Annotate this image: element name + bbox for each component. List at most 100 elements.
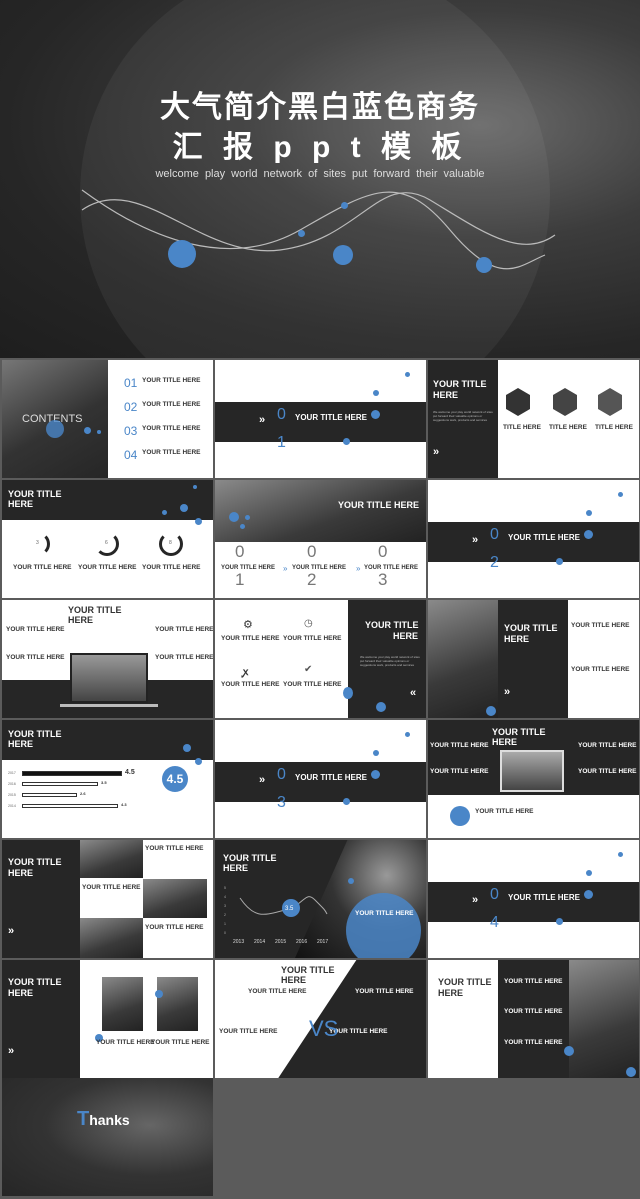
slide-two-photos[interactable]: YOUR TITLE HERE » YOUR TITLE HERE YOUR T… xyxy=(2,960,213,1078)
member-title: TITLE HERE xyxy=(549,424,587,431)
bar xyxy=(22,771,122,776)
slide-photo-text[interactable]: YOUR TITLE HERE » YOUR TITLE HERE YOUR T… xyxy=(428,600,639,718)
slide-team[interactable]: YOUR TITLE HERE We welcome your play wor… xyxy=(428,360,639,478)
bar xyxy=(22,782,98,786)
blue-dot xyxy=(155,990,163,998)
chevron-right-icon: » xyxy=(283,564,288,573)
ring-value: 8 xyxy=(169,540,172,546)
blue-dot xyxy=(564,1046,574,1056)
portrait-photo xyxy=(553,388,577,416)
ring-title: YOUR TITLE HERE xyxy=(13,564,72,571)
bar-year: 2017 xyxy=(8,771,16,775)
line-chart: 0 1 2 3 4 5 2013 2014 2015 2016 2017 3.5 xyxy=(224,886,328,945)
slide-title: HERE xyxy=(281,975,307,985)
thanks-initial: T xyxy=(77,1108,90,1130)
member-title: TITLE HERE xyxy=(595,424,633,431)
step-digit: 0 xyxy=(307,542,317,561)
x-tick: 2017 xyxy=(317,939,328,945)
slide-vs[interactable]: YOUR TITLE HERE YOUR TITLE HERE YOUR TIT… xyxy=(215,960,426,1078)
slide-steps[interactable]: YOUR TITLE HERE 0 1 0 2 0 3 YOUR TITLE H… xyxy=(215,480,426,598)
contents-item-title[interactable]: YOUR TITLE HERE xyxy=(142,449,201,456)
blue-dot xyxy=(373,390,379,396)
slide-section-03[interactable]: » 0 3 YOUR TITLE HERE xyxy=(215,720,426,838)
photo xyxy=(80,840,143,878)
item-title: YOUR TITLE HERE xyxy=(578,768,637,775)
photo xyxy=(80,918,143,958)
bar-value: 4.5 xyxy=(125,769,135,776)
dark-band xyxy=(215,762,426,802)
blue-dot xyxy=(405,372,410,377)
blue-dot xyxy=(556,918,563,925)
slide-section-04[interactable]: » 0 4 YOUR TITLE HERE xyxy=(428,840,639,958)
body-text: We welcome your play world network of si… xyxy=(433,410,493,422)
x-tick: 2016 xyxy=(296,939,307,945)
slide-laptop[interactable]: YOUR TITLE HERE YOUR TITLE HERE YOUR TIT… xyxy=(2,600,213,718)
item-title: YOUR TITLE HERE xyxy=(6,626,65,633)
slide-rings[interactable]: YOUR TITLE HERE 3 6 8 YOUR TITLE HERE YO… xyxy=(2,480,213,598)
slide-title: HERE xyxy=(438,988,464,998)
blue-dot xyxy=(586,510,592,516)
slide-title: YOUR TITLE xyxy=(8,489,62,499)
slide-icons[interactable]: YOUR TITLE HERE We welcome your play wor… xyxy=(215,600,426,718)
slide-gallery[interactable]: YOUR TITLE HERE » YOUR TITLE HERE YOUR T… xyxy=(2,840,213,958)
blue-dot xyxy=(180,504,188,512)
section-title: YOUR TITLE HERE xyxy=(508,893,581,902)
slide-laptop-dark[interactable]: YOUR TITLE HERE YOUR TITLE HERE YOUR TIT… xyxy=(428,720,639,838)
laptop-screen xyxy=(500,750,564,792)
vs-label: VS xyxy=(309,1016,339,1041)
step-title: YOUR TITLE HERE xyxy=(221,565,276,571)
blue-dot xyxy=(376,702,386,712)
slide-title: HERE xyxy=(8,868,34,878)
blue-dot xyxy=(333,245,353,265)
item-title: YOUR TITLE HERE xyxy=(6,654,65,661)
chevron-right-icon: » xyxy=(504,686,511,698)
title-slide[interactable]: 大气简介黑白蓝色商务 汇 报 p p t 模 板 welcome play wo… xyxy=(0,0,640,358)
ring-title: YOUR TITLE HERE xyxy=(142,564,201,571)
item-title: YOUR TITLE HERE xyxy=(504,978,563,985)
x-tick: 2014 xyxy=(254,939,265,945)
coast-photo xyxy=(428,600,498,718)
y-tick: 0 xyxy=(224,931,226,935)
laptop-base xyxy=(60,704,158,707)
bar-value: 4.3 xyxy=(121,802,127,807)
slide-section-02[interactable]: » 0 2 YOUR TITLE HERE xyxy=(428,480,639,598)
item-title: YOUR TITLE HERE xyxy=(578,742,637,749)
slide-title: YOUR TITLE xyxy=(504,623,558,633)
chevron-right-icon: » xyxy=(259,774,266,786)
item-title: YOUR TITLE HERE xyxy=(571,622,630,629)
slide-contents[interactable]: CONTENTS 01 YOUR TITLE HERE 02 YOUR TITL… xyxy=(2,360,213,478)
item-title: YOUR TITLE HERE xyxy=(145,845,204,852)
thanks-rest: hanks xyxy=(89,1112,130,1128)
blue-dot xyxy=(618,492,623,497)
section-digit: 3 xyxy=(277,794,286,811)
photo xyxy=(102,977,143,1031)
x-tick: 2013 xyxy=(233,939,244,945)
chevron-right-icon: » xyxy=(433,446,440,458)
member-title: TITLE HERE xyxy=(503,424,541,431)
beach-photo xyxy=(215,480,426,542)
step-title: YOUR TITLE HERE xyxy=(364,565,419,571)
contents-item-title[interactable]: YOUR TITLE HERE xyxy=(142,377,201,384)
slide-three-titles[interactable]: YOUR TITLE HERE YOUR TITLE HERE YOUR TIT… xyxy=(428,960,639,1078)
slide-title: YOUR TITLE xyxy=(68,605,122,615)
slide-title: YOUR TITLE xyxy=(8,857,62,867)
highlight-value: 4.5 xyxy=(162,766,188,792)
slide-title: YOUR TITLE xyxy=(438,977,492,987)
dark-header xyxy=(2,720,213,760)
y-tick: 2 xyxy=(224,913,226,917)
blue-dot xyxy=(486,706,496,716)
blue-dot xyxy=(371,770,380,779)
beach-photo xyxy=(569,960,639,1078)
contents-item-title[interactable]: YOUR TITLE HERE xyxy=(142,425,201,432)
slide-thanks[interactable]: Thanks xyxy=(2,1078,213,1196)
item-title: YOUR TITLE HERE xyxy=(155,654,213,661)
item-title: YOUR TITLE HERE xyxy=(82,884,141,891)
slide-title: YOUR TITLE HERE xyxy=(338,500,420,510)
slide-line-chart[interactable]: YOUR TITLE HERE 0 1 2 3 4 5 2013 2014 2015 2016 20… xyxy=(215,840,426,958)
slide-bar-chart[interactable]: YOUR TITLE HERE 2017 4.5 2016 3.5 2015 2.6 201… xyxy=(2,720,213,838)
slide-section-01[interactable]: » 0 1 YOUR TITLE HERE xyxy=(215,360,426,478)
contents-item-title[interactable]: YOUR TITLE HERE xyxy=(142,401,201,408)
section-digit: 1 xyxy=(277,434,286,451)
contents-number: 02 xyxy=(124,400,138,414)
blue-dot xyxy=(584,890,593,899)
